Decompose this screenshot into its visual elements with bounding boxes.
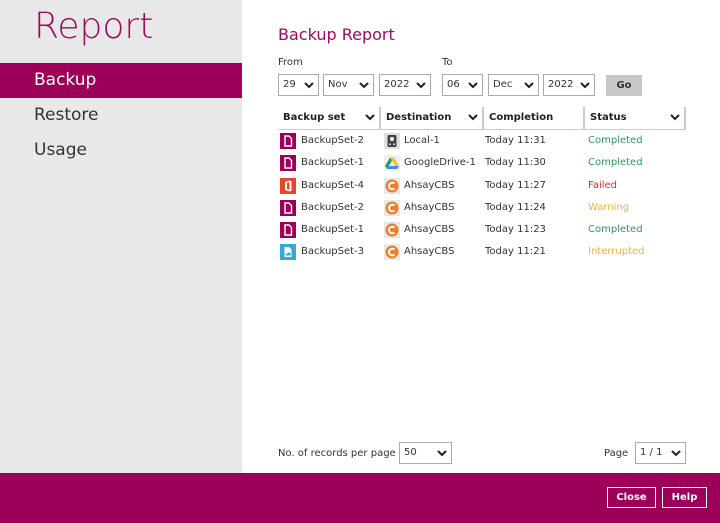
page-label: Page bbox=[604, 448, 629, 459]
page-select[interactable]: 1 / 1 bbox=[635, 442, 686, 464]
file-icon bbox=[280, 222, 296, 239]
from-label: From bbox=[278, 57, 303, 68]
chevron-down-icon bbox=[437, 443, 447, 457]
chevron-down-icon bbox=[524, 75, 534, 89]
page-value: 1 / 1 bbox=[640, 447, 663, 458]
status-text: Warning bbox=[588, 201, 630, 213]
from-month-select[interactable]: Nov bbox=[323, 74, 374, 96]
from-day-select[interactable]: 29 bbox=[278, 74, 319, 96]
table-header: Backup set Destination Completion Status bbox=[278, 107, 686, 130]
footer-bar: Close Help bbox=[0, 473, 720, 523]
backup-set-name: BackupSet-2 bbox=[301, 201, 365, 213]
status-text: Failed bbox=[588, 179, 618, 191]
records-per-page-select[interactable]: 50 bbox=[399, 442, 452, 464]
to-day-select[interactable]: 06 bbox=[442, 74, 483, 96]
destination-name: AhsayCBS bbox=[404, 179, 455, 191]
chevron-down-icon bbox=[365, 107, 375, 121]
sidebar-item-usage[interactable]: Usage bbox=[0, 133, 242, 168]
chevron-down-icon bbox=[304, 75, 314, 89]
ahsaycbs-icon bbox=[384, 244, 400, 261]
completion-time: Today 11:30 bbox=[485, 157, 546, 169]
records-per-page-value: 50 bbox=[404, 447, 417, 458]
file-icon bbox=[280, 155, 296, 172]
table-body: BackupSet-2 Local-1 Today 11:31 Completed Ba… bbox=[278, 130, 686, 264]
sidebar: Report Backup Restore Usage bbox=[0, 0, 242, 473]
column-label: Backup set bbox=[283, 112, 346, 123]
completion-time: Today 11:27 bbox=[485, 179, 546, 191]
column-header-backup-set[interactable]: Backup set bbox=[278, 107, 379, 129]
file-icon bbox=[280, 199, 296, 216]
column-header-status[interactable]: Status bbox=[583, 107, 686, 129]
to-day-value: 06 bbox=[447, 79, 460, 90]
status-text: Interrupted bbox=[588, 246, 645, 258]
main-panel: Backup Report From To 29 Nov 2022 06 Dec… bbox=[242, 0, 720, 473]
column-header-destination[interactable]: Destination bbox=[379, 107, 482, 129]
ahsaycbs-icon bbox=[384, 177, 400, 194]
sidebar-item-backup[interactable]: Backup bbox=[0, 63, 242, 98]
destination-name: GoogleDrive-1 bbox=[404, 157, 476, 169]
backup-set-name: BackupSet-2 bbox=[301, 135, 365, 146]
page-title: Backup Report bbox=[278, 25, 395, 44]
ahsaycbs-icon bbox=[384, 199, 400, 216]
backup-set-name: BackupSet-4 bbox=[301, 179, 365, 191]
close-button[interactable]: Close bbox=[607, 487, 656, 508]
report-table: Backup set Destination Completion Status… bbox=[278, 107, 686, 264]
destination-name: AhsayCBS bbox=[404, 224, 455, 236]
completion-time: Today 11:31 bbox=[485, 135, 546, 146]
backup-set-name: BackupSet-1 bbox=[301, 157, 365, 169]
destination-name: Local-1 bbox=[404, 135, 440, 146]
google-drive-icon bbox=[384, 155, 400, 172]
status-text: Completed bbox=[588, 157, 643, 169]
to-year-select[interactable]: 2022 bbox=[543, 74, 595, 96]
table-row[interactable]: BackupSet-2 AhsayCBS Today 11:24 Warning bbox=[278, 197, 686, 219]
local-drive-icon bbox=[384, 133, 400, 149]
table-row[interactable]: BackupSet-2 Local-1 Today 11:31 Completed bbox=[278, 130, 686, 152]
column-header-completion[interactable]: Completion bbox=[482, 107, 583, 129]
backup-set-name: BackupSet-3 bbox=[301, 246, 365, 258]
backup-set-name: BackupSet-1 bbox=[301, 224, 365, 236]
completion-time: Today 11:23 bbox=[485, 224, 546, 236]
completion-time: Today 11:21 bbox=[485, 246, 546, 258]
completion-time: Today 11:24 bbox=[485, 201, 546, 213]
to-month-select[interactable]: Dec bbox=[488, 74, 539, 96]
chevron-down-icon bbox=[671, 443, 681, 457]
table-row[interactable]: BackupSet-4 AhsayCBS Today 11:27 Failed bbox=[278, 175, 686, 197]
chevron-down-icon bbox=[580, 75, 590, 89]
column-label: Destination bbox=[386, 112, 452, 123]
table-row[interactable]: BackupSet-1 AhsayCBS Today 11:23 Completed bbox=[278, 219, 686, 241]
to-year-value: 2022 bbox=[548, 79, 574, 90]
table-row[interactable]: BackupSet-1 GoogleDrive-1 Today 11:30 Compl… bbox=[278, 152, 686, 174]
to-month-value: Dec bbox=[493, 79, 513, 90]
from-day-value: 29 bbox=[283, 79, 296, 90]
column-label: Status bbox=[590, 112, 627, 123]
chevron-down-icon bbox=[670, 107, 680, 121]
ahsaycbs-icon bbox=[384, 222, 400, 239]
status-text: Completed bbox=[588, 135, 643, 146]
destination-name: AhsayCBS bbox=[404, 246, 455, 258]
to-label: To bbox=[442, 57, 453, 68]
chevron-down-icon bbox=[468, 75, 478, 89]
status-text: Completed bbox=[588, 224, 643, 236]
chevron-down-icon bbox=[468, 107, 478, 121]
table-row[interactable]: BackupSet-3 AhsayCBS Today 11:21 Interrupte… bbox=[278, 241, 686, 263]
from-month-value: Nov bbox=[328, 79, 348, 90]
office365-icon bbox=[280, 177, 296, 194]
records-per-page-label: No. of records per page bbox=[278, 448, 396, 459]
from-year-value: 2022 bbox=[384, 79, 410, 90]
column-label: Completion bbox=[489, 112, 554, 123]
chevron-down-icon bbox=[359, 75, 369, 89]
sidebar-item-restore[interactable]: Restore bbox=[0, 98, 242, 133]
chevron-down-icon bbox=[416, 75, 426, 89]
destination-name: AhsayCBS bbox=[404, 201, 455, 213]
from-year-select[interactable]: 2022 bbox=[379, 74, 431, 96]
app-title: Report bbox=[34, 6, 154, 47]
cloud-file-icon bbox=[280, 244, 296, 261]
go-button[interactable]: Go bbox=[606, 75, 642, 96]
help-button[interactable]: Help bbox=[662, 487, 707, 508]
file-icon bbox=[280, 133, 296, 149]
